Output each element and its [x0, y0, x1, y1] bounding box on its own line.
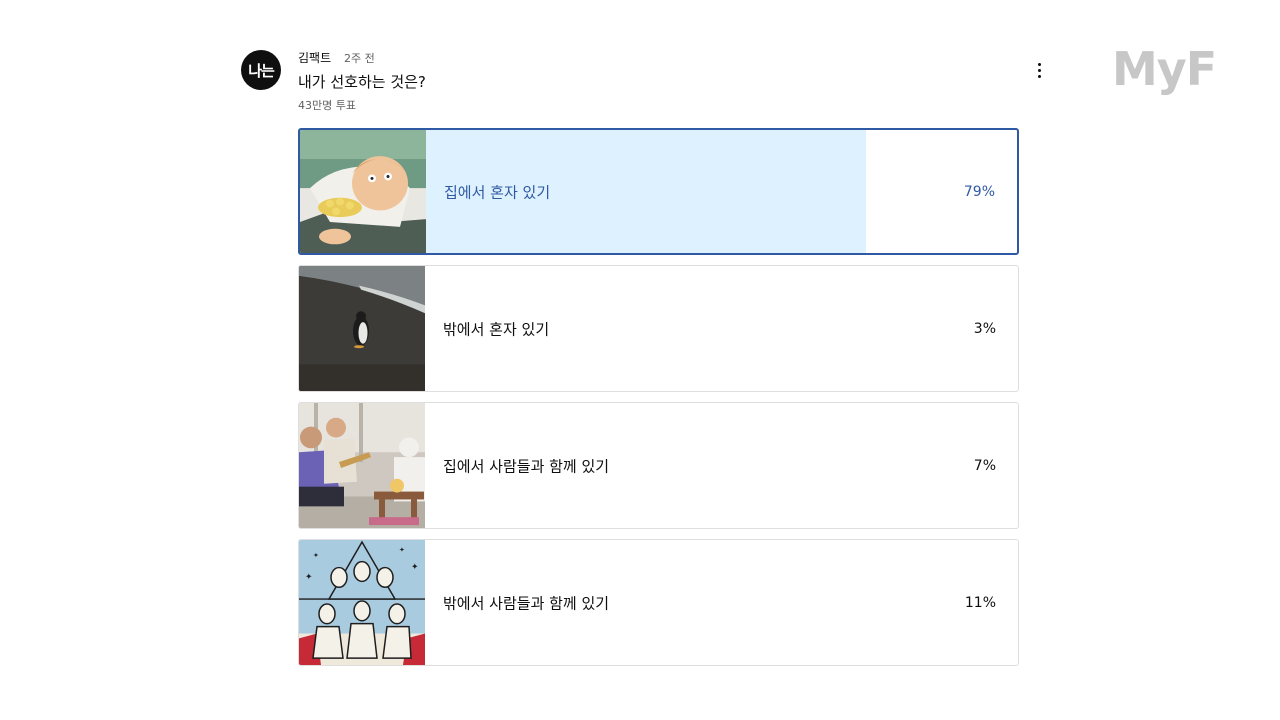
vote-count: 43만명 투표 [298, 99, 356, 112]
more-options-icon[interactable] [1026, 58, 1052, 82]
svg-text:✦: ✦ [313, 552, 319, 560]
post-time: 2주 전 [344, 52, 375, 65]
poll-option-percent: 3% [973, 320, 996, 337]
people-partying-image [299, 403, 425, 528]
poll-option-percent: 11% [964, 594, 996, 611]
poll-option-outside-with-people[interactable]: ✦ ✦ ✦ ✦ 밖에서 사람들과 함께 있기 11% [298, 539, 1019, 666]
cartoon-man-in-bed-image [300, 130, 426, 253]
poll-option-home-alone[interactable]: 집에서 혼자 있기 79% [298, 128, 1019, 255]
svg-text:✦: ✦ [399, 546, 405, 554]
svg-text:✦: ✦ [411, 563, 419, 573]
penguin-on-beach-image [299, 266, 425, 391]
poll-option-percent: 7% [973, 457, 996, 474]
channel-name[interactable]: 김팩트 [298, 49, 331, 66]
poll-option-outside-alone[interactable]: 밖에서 혼자 있기 3% [298, 265, 1019, 392]
poll-option-label: 집에서 사람들과 함께 있기 [443, 457, 610, 475]
poll-option-home-with-people[interactable]: 집에서 사람들과 함께 있기 7% [298, 402, 1019, 529]
cartoon-crowd-image: ✦ ✦ ✦ ✦ [299, 540, 425, 665]
poll-question: 내가 선호하는 것은? [298, 73, 426, 91]
svg-text:✦: ✦ [305, 572, 313, 582]
channel-avatar[interactable]: 나는 [241, 50, 281, 90]
watermark-logo: MyF [1112, 42, 1217, 96]
poll-option-label: 밖에서 사람들과 함께 있기 [443, 594, 610, 612]
poll-option-label: 밖에서 혼자 있기 [443, 320, 550, 338]
poll-option-label: 집에서 혼자 있기 [444, 183, 551, 201]
poll-option-percent: 79% [963, 183, 995, 200]
